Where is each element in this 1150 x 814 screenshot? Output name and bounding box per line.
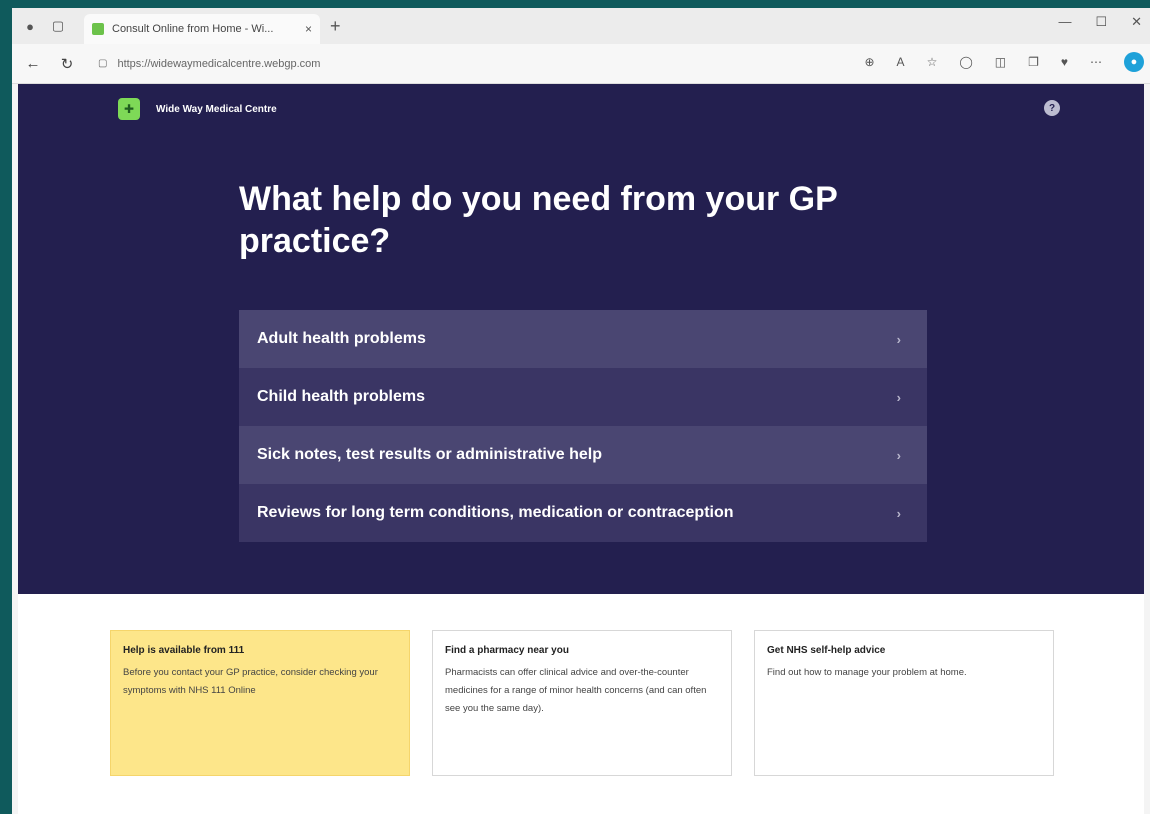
browser-tab[interactable]: Consult Online from Home - Wi... ×	[84, 14, 320, 44]
card-body: Pharmacists can offer clinical advice an…	[445, 667, 707, 714]
practice-logo-icon[interactable]: ✚	[118, 98, 140, 120]
new-tab-button[interactable]: +	[330, 16, 341, 37]
back-arrow-icon[interactable]: ←	[20, 51, 46, 77]
option-adult-health[interactable]: Adult health problems ›	[239, 310, 927, 368]
browser-toolbar: ⊕ A ☆ ◯ ◫ ❐ ♥ ⋯ ●	[864, 52, 1144, 72]
hero-section: ✚ Wide Way Medical Centre ? What help do…	[18, 84, 1144, 594]
practice-name: Wide Way Medical Centre	[156, 103, 277, 115]
chevron-right-icon: ›	[896, 447, 901, 463]
window-controls: — ☐ ✕	[1058, 14, 1142, 30]
extensions-icon[interactable]: ◯	[959, 55, 972, 69]
chevron-right-icon: ›	[896, 331, 901, 347]
tab-actions-icon[interactable]: ▢	[48, 16, 68, 36]
option-child-health[interactable]: Child health problems ›	[239, 368, 927, 426]
card-body: Before you contact your GP practice, con…	[123, 667, 378, 696]
option-admin-help[interactable]: Sick notes, test results or administrati…	[239, 426, 927, 484]
more-menu-icon[interactable]: ⋯	[1090, 55, 1102, 69]
collections-icon[interactable]: ❐	[1028, 55, 1039, 69]
card-title: Find a pharmacy near you	[445, 645, 569, 656]
card-title: Help is available from 111	[123, 645, 245, 656]
minimize-icon[interactable]: —	[1058, 14, 1071, 30]
close-icon[interactable]: ✕	[1131, 14, 1142, 30]
info-cards: Help is available from 111 Before you co…	[110, 630, 1054, 776]
copilot-icon[interactable]: ●	[1124, 52, 1144, 72]
option-label: Sick notes, test results or administrati…	[257, 446, 602, 463]
tab-close-icon[interactable]: ×	[305, 22, 312, 36]
browser-window: ● ▢ Consult Online from Home - Wi... × +…	[12, 8, 1150, 814]
help-icon[interactable]: ?	[1044, 100, 1060, 116]
favorite-star-icon[interactable]: ☆	[927, 55, 938, 69]
maximize-icon[interactable]: ☐	[1095, 14, 1107, 30]
card-pharmacy[interactable]: Find a pharmacy near you Pharmacists can…	[432, 630, 732, 776]
site-header: ✚ Wide Way Medical Centre	[118, 98, 277, 120]
chevron-right-icon: ›	[896, 505, 901, 521]
zoom-icon[interactable]: ⊕	[864, 55, 874, 69]
help-options-list: Adult health problems › Child health pro…	[239, 310, 927, 542]
option-label: Reviews for long term conditions, medica…	[257, 504, 734, 521]
address-bar: ← ↻ ▢ https://widewaymedicalcentre.webgp…	[12, 44, 1150, 84]
chevron-right-icon: ›	[896, 389, 901, 405]
tab-favicon-icon	[92, 23, 104, 35]
read-aloud-icon[interactable]: A	[897, 55, 905, 69]
option-label: Child health problems	[257, 388, 426, 405]
browser-essentials-icon[interactable]: ♥	[1061, 55, 1068, 69]
option-label: Adult health problems	[257, 330, 426, 347]
card-self-help[interactable]: Get NHS self-help advice Find out how to…	[754, 630, 1054, 776]
lock-icon: ▢	[98, 58, 108, 69]
option-reviews[interactable]: Reviews for long term conditions, medica…	[239, 484, 927, 542]
page-title: What help do you need from your GP pract…	[239, 180, 838, 260]
tab-title: Consult Online from Home - Wi...	[112, 23, 274, 35]
url-text: https://widewaymedicalcentre.webgp.com	[117, 57, 321, 70]
web-page: ✚ Wide Way Medical Centre ? What help do…	[18, 84, 1144, 814]
profile-icon[interactable]: ●	[20, 16, 40, 36]
refresh-icon[interactable]: ↻	[54, 51, 80, 77]
card-title: Get NHS self-help advice	[767, 645, 886, 656]
tab-bar: ● ▢ Consult Online from Home - Wi... × +…	[12, 8, 1150, 44]
url-field[interactable]: ▢ https://widewaymedicalcentre.webgp.com	[98, 58, 758, 70]
card-body: Find out how to manage your problem at h…	[767, 667, 967, 678]
split-screen-icon[interactable]: ◫	[995, 55, 1006, 69]
card-111[interactable]: Help is available from 111 Before you co…	[110, 630, 410, 776]
